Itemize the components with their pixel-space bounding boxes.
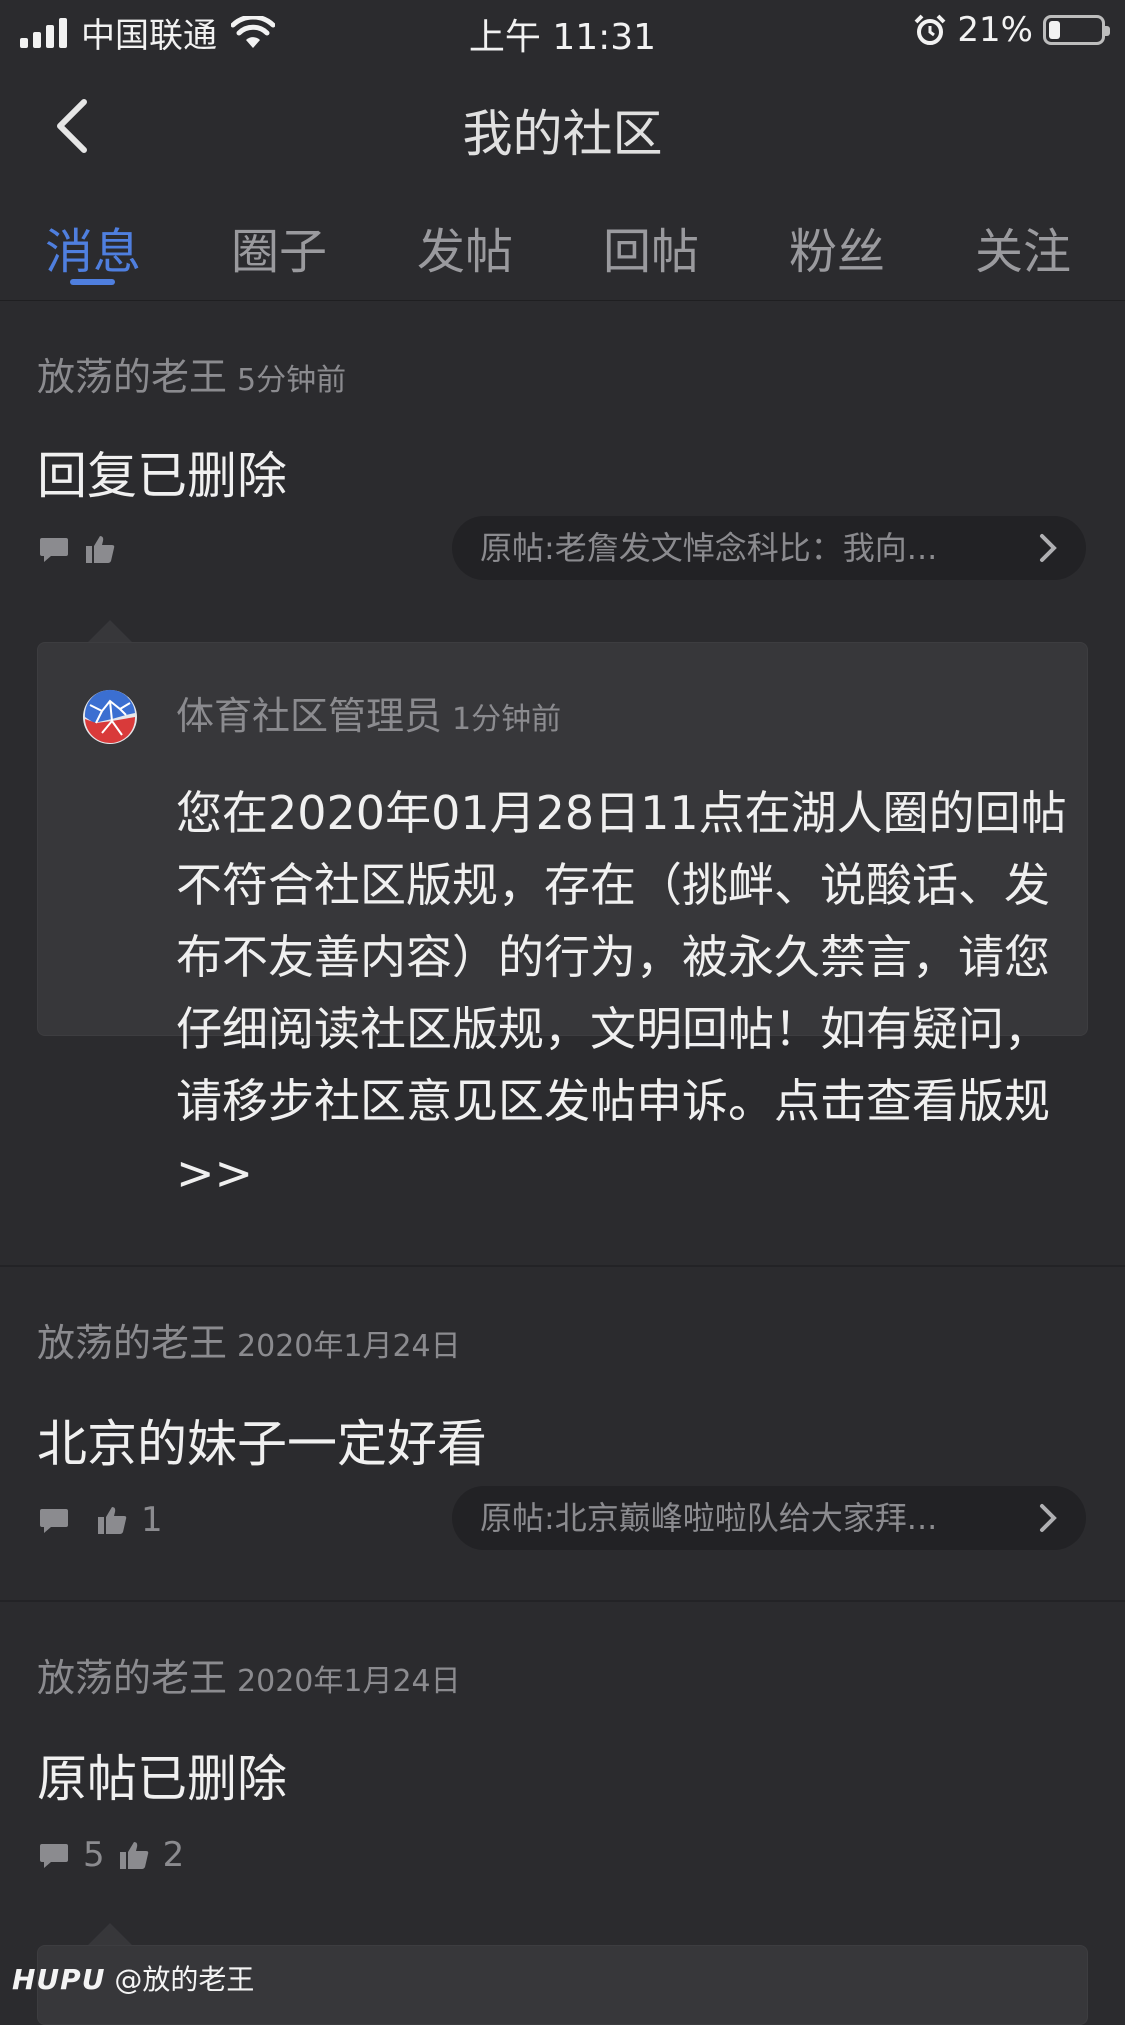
watermark-handle: @放的老王 <box>114 1963 255 1996</box>
comment-count: 5 <box>83 1835 105 1875</box>
active-tab-indicator <box>70 279 115 285</box>
tab-following[interactable]: 关注 <box>930 212 1116 282</box>
tab-posts[interactable]: 发帖 <box>372 212 558 282</box>
tab-messages[interactable]: 消息 <box>0 212 186 282</box>
original-post-title: 原帖:老詹发文悼念科比：我向... <box>480 529 938 567</box>
page-title: 我的社区 <box>462 105 663 163</box>
battery-percent: 21% <box>957 10 1033 50</box>
author-name[interactable]: 放荡的老王 <box>37 1321 227 1365</box>
watermark: HUPU @放的老王 <box>12 1958 254 1998</box>
comment-icon[interactable] <box>37 1838 71 1872</box>
like-count: 1 <box>141 1500 163 1540</box>
chevron-right-icon <box>1040 534 1057 562</box>
tab-replies[interactable]: 回帖 <box>558 212 744 282</box>
original-post-link[interactable]: 原帖:老詹发文悼念科比：我向... <box>452 516 1086 580</box>
like-icon[interactable] <box>117 1838 151 1872</box>
chevron-right-icon <box>1040 1504 1057 1532</box>
author-name[interactable]: 放荡的老王 <box>37 1656 227 1700</box>
post-time: 2020年1月24日 <box>237 1664 461 1699</box>
comment-icon[interactable] <box>37 1503 71 1537</box>
like-count: 2 <box>162 1835 185 1875</box>
author-name[interactable]: 放荡的老王 <box>37 355 227 399</box>
message-content: 原帖已删除 <box>37 1750 287 1808</box>
like-icon[interactable] <box>83 532 117 566</box>
tab-bar: 消息 圈子 发帖 回帖 粉丝 关注 <box>0 212 1125 301</box>
message-content: 回复已删除 <box>37 447 287 505</box>
battery-icon <box>1043 15 1110 45</box>
reply-pointer <box>88 620 132 642</box>
comment-icon[interactable] <box>37 532 71 566</box>
divider <box>0 1600 1125 1602</box>
post-time: 2020年1月24日 <box>237 1329 461 1364</box>
like-icon[interactable] <box>95 1503 129 1537</box>
hupu-logo: HUPU <box>12 1963 106 1996</box>
original-post-title: 原帖:北京巅峰啦啦队给大家拜... <box>480 1499 938 1537</box>
admin-name: 体育社区管理员 <box>176 694 443 738</box>
alarm-icon <box>915 14 946 45</box>
post-time: 5分钟前 <box>237 363 347 398</box>
message-content: 北京的妹子一定好看 <box>37 1415 487 1473</box>
tab-circles[interactable]: 圈子 <box>186 212 372 282</box>
status-bar: 中国联通 上午 11:31 21% <box>0 0 1125 62</box>
admin-reply-time: 1分钟前 <box>452 702 562 737</box>
reply-pointer <box>88 1923 132 1945</box>
original-post-link[interactable]: 原帖:北京巅峰啦啦队给大家拜... <box>452 1486 1086 1550</box>
divider <box>0 1265 1125 1267</box>
tab-fans[interactable]: 粉丝 <box>744 212 930 282</box>
admin-avatar <box>83 689 137 744</box>
admin-reply-text: 您在2020年01月28日11点在湖人圈的回帖不符合社区版规，存在（挑衅、说酸话… <box>176 786 1067 1200</box>
admin-reply-card[interactable]: 体育社区管理员 1分钟前 您在2020年01月28日11点在湖人圈的回帖不符合社区… <box>37 642 1088 1200</box>
